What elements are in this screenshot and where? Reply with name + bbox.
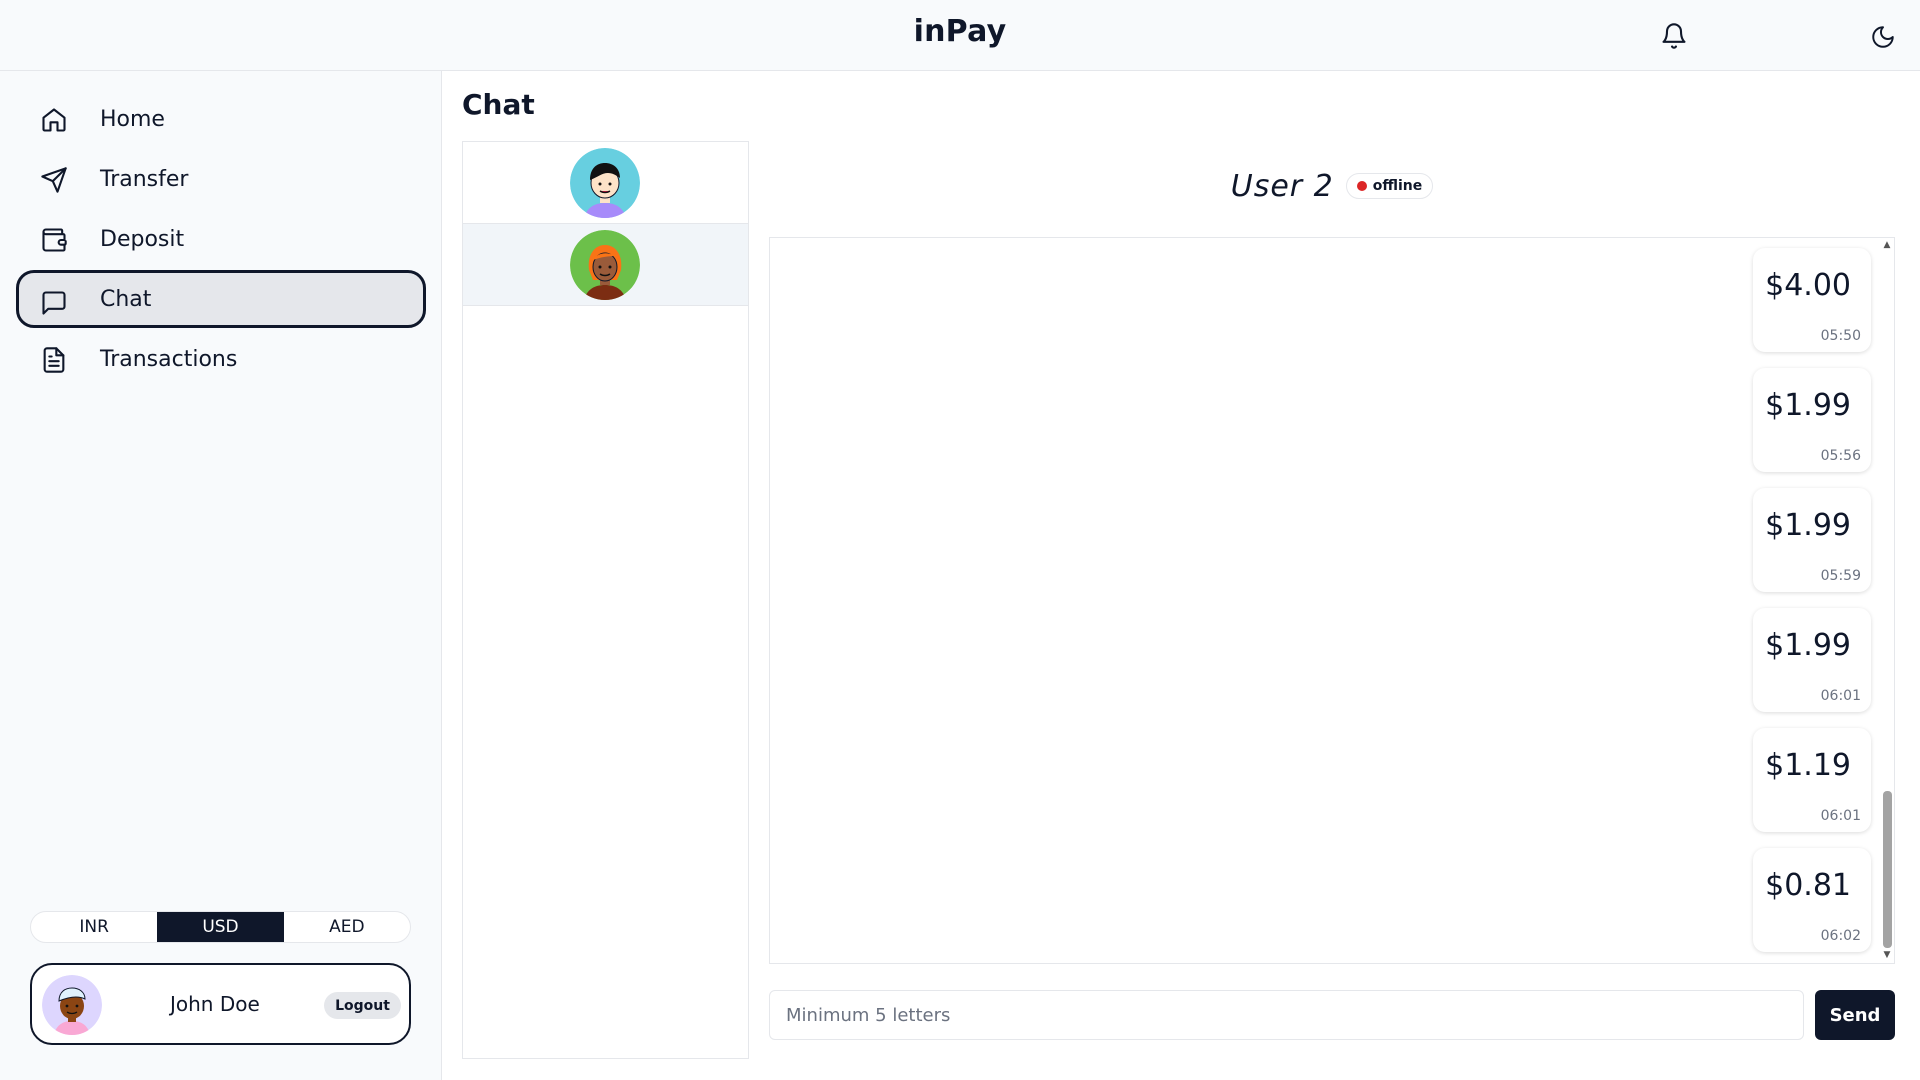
message-input[interactable] <box>769 990 1804 1040</box>
message-bubble: $0.81 06:02 <box>1753 848 1871 952</box>
contact-item[interactable] <box>463 224 748 306</box>
currency-option-usd[interactable]: USD <box>157 912 284 942</box>
message-amount: $0.81 <box>1765 868 1851 903</box>
sidebar-item-chat[interactable]: Chat <box>16 270 426 328</box>
chat-header: User 2 offline <box>769 160 1895 212</box>
message-amount: $1.99 <box>1765 628 1851 663</box>
app-title: inPay <box>913 14 1007 49</box>
scrollbar-thumb[interactable] <box>1883 791 1892 948</box>
message-time: 06:01 <box>1820 688 1861 704</box>
sidebar-item-transactions[interactable]: Transactions <box>16 330 426 388</box>
message-time: 05:56 <box>1820 448 1861 464</box>
message-amount: $1.99 <box>1765 388 1851 423</box>
user-card: John Doe Logout <box>30 963 411 1045</box>
top-bar: inPay <box>0 0 1920 71</box>
avatar <box>570 148 640 218</box>
page-title: Chat <box>462 88 535 121</box>
scrollbar[interactable]: ▲ ▼ <box>1880 238 1894 963</box>
chat-icon <box>40 289 68 317</box>
scroll-up-icon[interactable]: ▲ <box>1882 240 1892 250</box>
sidebar-item-label: Deposit <box>100 226 185 252</box>
scroll-down-icon[interactable]: ▼ <box>1882 950 1892 960</box>
contact-item[interactable] <box>463 142 748 224</box>
currency-option-inr[interactable]: INR <box>31 912 157 942</box>
sidebar-item-transfer[interactable]: Transfer <box>16 150 426 208</box>
message-time: 05:50 <box>1820 328 1861 344</box>
currency-switch: INR USD AED <box>30 911 411 943</box>
currency-option-aed[interactable]: AED <box>284 912 410 942</box>
message-amount: $4.00 <box>1765 268 1851 303</box>
status-dot-icon <box>1356 181 1367 191</box>
moon-icon[interactable] <box>1866 20 1900 54</box>
avatar <box>42 975 102 1035</box>
message-bubble: $1.99 05:56 <box>1753 368 1871 472</box>
status-label: offline <box>1372 178 1423 194</box>
message-bubble: $1.99 05:59 <box>1753 488 1871 592</box>
sidebar-item-label: Transactions <box>100 346 238 372</box>
bell-icon[interactable] <box>1656 18 1692 54</box>
avatar <box>570 230 640 300</box>
user-name: John Doe <box>170 992 260 1016</box>
sidebar: Home Transfer Deposit Chat Transactions … <box>0 71 442 1080</box>
sidebar-item-deposit[interactable]: Deposit <box>16 210 426 268</box>
sidebar-item-home[interactable]: Home <box>16 90 426 148</box>
sidebar-item-label: Transfer <box>100 166 189 192</box>
chat-user-name: User 2 <box>1230 168 1334 204</box>
message-amount: $1.19 <box>1765 748 1851 783</box>
message-time: 05:59 <box>1820 568 1861 584</box>
status-badge: offline <box>1345 173 1434 199</box>
message-list: $4.00 05:50 $1.99 05:56 $1.99 05:59 $1.9… <box>769 237 1895 964</box>
message-bubble: $1.99 06:01 <box>1753 608 1871 712</box>
logout-button[interactable]: Logout <box>324 992 401 1019</box>
home-icon <box>40 106 68 134</box>
wallet-icon <box>40 226 68 254</box>
sidebar-item-label: Chat <box>100 286 152 312</box>
message-bubble: $1.19 06:01 <box>1753 728 1871 832</box>
message-time: 06:02 <box>1820 928 1861 944</box>
message-bubble: $4.00 05:50 <box>1753 248 1871 352</box>
send-button[interactable]: Send <box>1815 990 1895 1040</box>
sidebar-item-label: Home <box>100 106 165 132</box>
message-amount: $1.99 <box>1765 508 1851 543</box>
message-time: 06:01 <box>1820 808 1861 824</box>
send-icon <box>40 166 68 194</box>
document-icon <box>40 346 68 374</box>
contact-list <box>462 141 749 1059</box>
